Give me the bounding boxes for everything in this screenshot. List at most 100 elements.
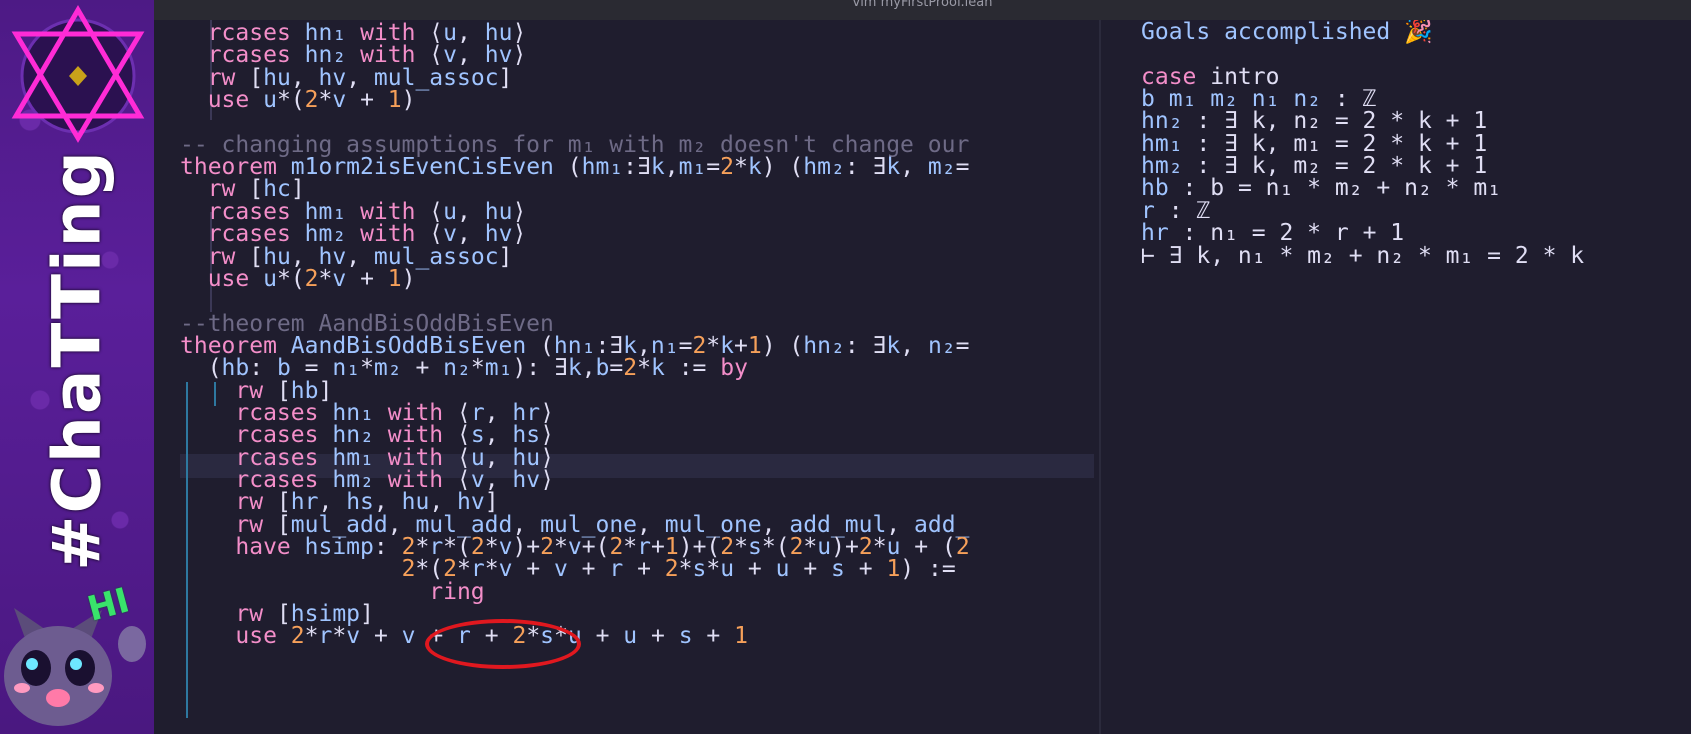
code-token: n₁	[332, 355, 361, 382]
code-token: u	[775, 556, 790, 583]
code-token: +	[581, 623, 624, 650]
lean-infoview: Goals accomplished 🎉 case intro b m₁ m₂ n₁…	[1101, 20, 1691, 734]
code-token: m₁	[678, 154, 707, 181]
code-token: m₂	[927, 154, 956, 181]
code-token: *	[734, 154, 748, 181]
code-token: u	[263, 87, 277, 114]
code-token: n₂	[443, 355, 471, 382]
code-token: hm₂	[803, 154, 845, 181]
code-line: use u*(2*v + 1)	[180, 267, 416, 291]
code-token: ,	[581, 355, 596, 382]
code-token: hv	[512, 467, 541, 493]
code-token: )	[401, 87, 416, 114]
goal-line: ⊢ ∃ k, n₁ * m₂ + n₂ * m₁ = 2 * k	[1141, 244, 1584, 268]
code-token: (	[553, 154, 582, 181]
code-token: ⟩	[512, 42, 527, 69]
code-token: =	[609, 355, 624, 382]
code-token: u	[720, 556, 735, 583]
code-token: ,	[900, 332, 928, 359]
code-token: use	[207, 265, 250, 292]
code-token: *	[318, 265, 333, 292]
code-token: +	[692, 623, 735, 650]
code-token: 2	[955, 534, 970, 561]
code-token: : ∃	[844, 332, 887, 359]
code-token: k	[747, 154, 762, 181]
channel-brand: #ChaTTing	[38, 149, 116, 571]
code-token: *	[470, 355, 485, 382]
code-token: +	[567, 556, 610, 583]
code-token: *	[318, 87, 333, 114]
code-token: +	[789, 556, 832, 583]
code-token: ) :=	[900, 556, 956, 583]
code-token: v	[346, 623, 361, 650]
code-token: +	[844, 556, 887, 583]
code-token: +	[623, 556, 665, 583]
code-token: 2	[623, 355, 638, 382]
code-token: 1	[747, 332, 762, 359]
code-token: ) (	[761, 154, 804, 181]
code-token: *	[637, 355, 651, 382]
code-token: by	[720, 355, 748, 382]
code-token: hn₂	[803, 332, 845, 359]
code-token: r	[609, 556, 624, 583]
code-token: v	[401, 623, 416, 650]
code-token: v	[332, 265, 347, 292]
code-token: v	[332, 87, 347, 114]
code-token: s	[831, 556, 845, 583]
code-token: : b = n₁ * m₂ + n₂ * m₁	[1168, 175, 1502, 202]
code-token: m₂	[373, 355, 402, 382]
code-token: k	[650, 154, 665, 181]
hexagram-icon	[11, 5, 145, 143]
code-token: *	[706, 556, 721, 583]
code-editor[interactable]: rcases hn₁ with ⟨u, hu⟩ rcases hn₂ with …	[154, 20, 1094, 734]
code-token: 1	[734, 623, 748, 650]
code-token: Goals accomplished 🎉	[1141, 20, 1433, 45]
code-token: +	[512, 556, 554, 583]
code-line: use u*(2*v + 1)	[180, 88, 416, 112]
code-token: +	[346, 87, 388, 114]
code-token: ⊢ ∃ k, n₁ * m₂ + n₂ * m₁ = 2 * k	[1141, 242, 1585, 269]
code-token: hm₁	[581, 154, 624, 181]
window-titlebar: vim myFirstProof.lean	[154, 0, 1691, 20]
code-token: ring	[429, 578, 485, 605]
code-token: v	[498, 556, 513, 583]
code-token: k	[650, 355, 665, 382]
code-token: *	[360, 355, 374, 382]
code-token: v	[553, 556, 568, 583]
code-token: *(	[276, 265, 305, 292]
code-token: =	[955, 332, 970, 359]
code-token: ): ∃	[512, 355, 568, 382]
code-token: use	[207, 87, 250, 114]
screen: #ChaTTing HI vim myFirstProof.lean rcase…	[0, 0, 1691, 734]
code-token: ⟩	[540, 467, 554, 493]
code-token: r	[318, 623, 333, 650]
code-token: 2	[304, 87, 319, 114]
code-token: *	[678, 556, 693, 583]
goal-line: Goals accomplished 🎉	[1141, 20, 1433, 44]
code-token: u	[263, 265, 277, 292]
code-token: k	[567, 355, 582, 382]
code-token: 1	[387, 265, 402, 292]
stream-overlay: #ChaTTing HI	[0, 0, 154, 734]
window-title: vim myFirstProof.lean	[852, 0, 993, 10]
code-token: *	[484, 556, 499, 583]
code-token: u	[623, 623, 638, 650]
code-token: :∃	[623, 154, 651, 181]
code-token: use	[235, 623, 277, 650]
code-token: 2	[720, 154, 734, 181]
code-token: +	[637, 623, 679, 650]
code-token: *	[304, 623, 319, 650]
code-token: k	[886, 154, 901, 181]
code-token: s	[692, 556, 707, 583]
code-token: *	[332, 623, 347, 650]
cat-mascot-icon	[4, 608, 146, 726]
code-token: :=	[664, 355, 721, 382]
code-token: 1	[387, 87, 402, 114]
code-token: =	[706, 154, 721, 181]
code-token: )	[401, 265, 416, 292]
